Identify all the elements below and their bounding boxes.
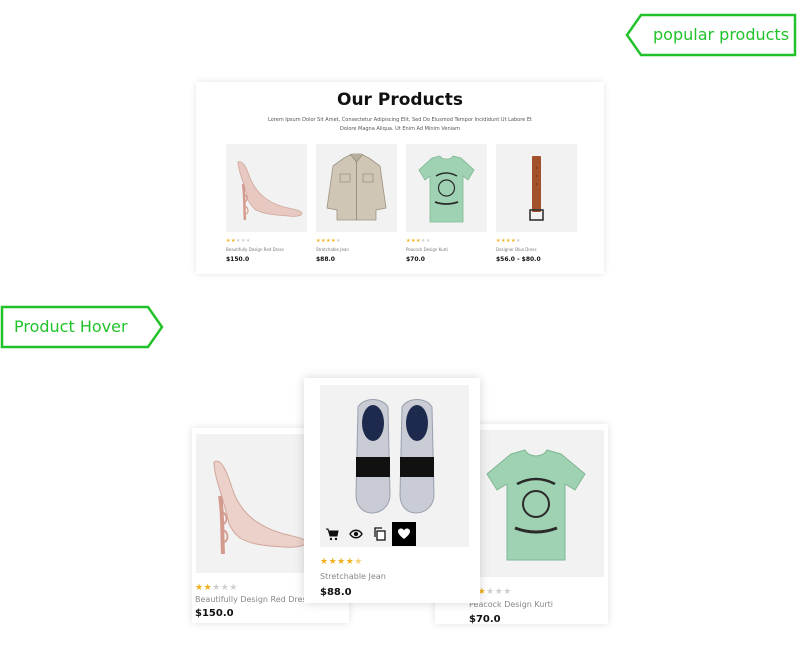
copy-icon [374,527,386,541]
rating-stars: ★★★★★ [406,238,431,244]
rating-stars: ★★★★★ [320,557,363,567]
product-image[interactable] [496,144,577,232]
product-name[interactable]: Beautifully Design Red Dress [195,595,311,604]
jacket-icon [326,153,387,221]
product-name[interactable]: Stretchable Jean [320,572,386,581]
product-card[interactable]: ★★★★★ Beautifully Design Red Dress $150.… [226,144,307,263]
product-card[interactable]: ★★★★★ Designer Blue Dress $56.0 - $80.0 [496,144,577,263]
product-card[interactable]: ★★★★★ Peacock Design Kurti $70.0 [406,144,487,263]
product-name[interactable]: Beautifully Design Red Dress [226,247,307,252]
cart-icon [326,528,339,541]
product-image[interactable] [226,144,307,232]
heart-icon [398,528,410,539]
product-hover-label: Product Hover [14,317,128,336]
our-products-panel: Our Products Lorem Ipsum Dolor Sit Amet,… [196,82,604,274]
product-hover-callout: Product Hover [0,305,166,349]
product-price: $88.0 [316,256,335,263]
product-name[interactable]: Peacock Design Kurti [469,600,553,609]
product-price: $150.0 [226,256,250,263]
hover-actions [320,522,416,546]
rating-stars: ★★★★★ [195,583,238,593]
product-name[interactable]: Peacock Design Kurti [406,247,487,252]
wishlist-button[interactable] [392,522,416,546]
product-image[interactable] [406,144,487,232]
quick-view-button[interactable] [344,522,368,546]
high-heel-shoe-icon [237,161,303,221]
tshirt-icon [486,449,586,561]
belt-icon [529,156,544,221]
product-name[interactable]: Designer Blue Dress [496,247,577,252]
panel-title: Our Products [337,90,463,110]
tshirt-icon [418,155,475,223]
rating-stars: ★★★★★ [496,238,521,244]
product-image[interactable] [467,430,604,577]
product-card[interactable]: ★★★★★ Stretchable Jean $88.0 [316,144,397,263]
eye-icon [349,529,363,539]
popular-products-callout: popular products [625,13,797,57]
product-name[interactable]: Stretchable Jean [316,247,397,252]
rating-stars: ★★★★★ [226,238,251,244]
product-card-hovered[interactable]: ★★★★★ Stretchable Jean $88.0 [304,378,480,603]
add-to-cart-button[interactable] [320,522,344,546]
product-image[interactable] [316,144,397,232]
product-price: $70.0 [469,614,501,625]
rating-stars: ★★★★★ [316,238,341,244]
popular-products-label: popular products [653,25,790,44]
panel-description: Lorem Ipsum Dolor Sit Amet, Consectetur … [268,117,532,132]
product-price: $150.0 [195,608,234,619]
product-price: $56.0 - $80.0 [496,256,541,263]
product-price: $88.0 [320,587,352,598]
product-price: $70.0 [406,256,425,263]
compare-button[interactable] [368,522,392,546]
